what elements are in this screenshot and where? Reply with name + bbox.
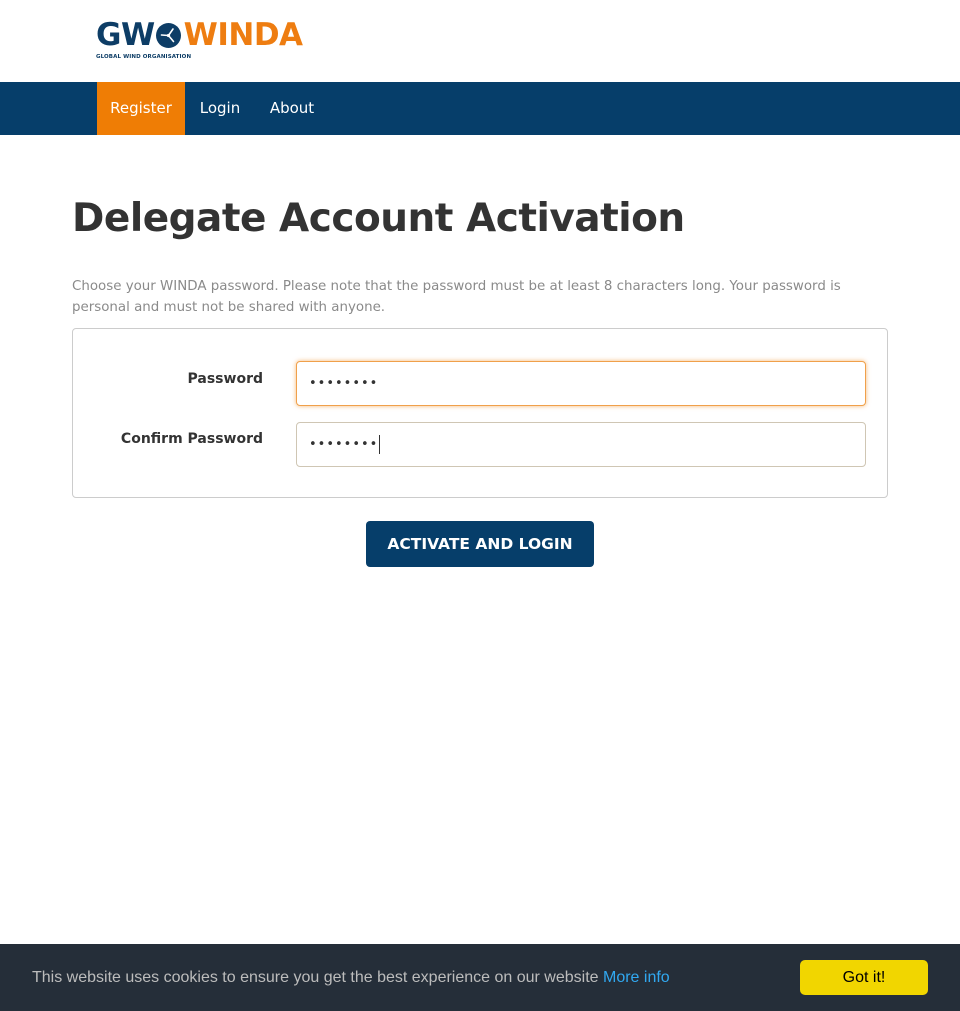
cookie-message: This website uses cookies to ensure you … [32,944,670,1011]
text-caret [379,435,381,454]
nav-item-register[interactable]: Register [97,82,185,135]
cookie-accept-button[interactable]: Got it! [800,960,928,995]
logo-gw-text: GW [96,17,155,53]
logo-winda-text: WINDA [183,17,303,53]
cookie-message-text: This website uses cookies to ensure you … [32,969,599,986]
password-input[interactable]: •••••••• [296,361,866,406]
confirm-password-value: •••••••• [309,437,379,452]
confirm-password-input[interactable]: •••••••• [296,422,866,467]
gwo-winda-logo[interactable]: GW WINDA GLOBAL WIND ORGANISATION [96,18,303,62]
password-label: Password [187,371,263,387]
cookie-more-info-link[interactable]: More info [603,969,670,986]
activate-and-login-button[interactable]: ACTIVATE AND LOGIN [366,521,594,567]
nav-item-login[interactable]: Login [190,82,250,135]
logo-subtitle: GLOBAL WIND ORGANISATION [96,54,192,60]
activation-form: Password •••••••• Confirm Password •••••… [72,328,888,498]
page-title: Delegate Account Activation [72,196,685,241]
nav-item-about[interactable]: About [260,82,324,135]
main-navbar: Register Login About [0,82,960,135]
intro-text: Choose your WINDA password. Please note … [72,279,841,315]
cookie-banner: This website uses cookies to ensure you … [0,944,960,1011]
header: GW WINDA GLOBAL WIND ORGANISATION [0,0,960,82]
confirm-password-label: Confirm Password [120,431,263,447]
password-value: •••••••• [309,376,379,391]
wind-turbine-icon [155,22,181,48]
